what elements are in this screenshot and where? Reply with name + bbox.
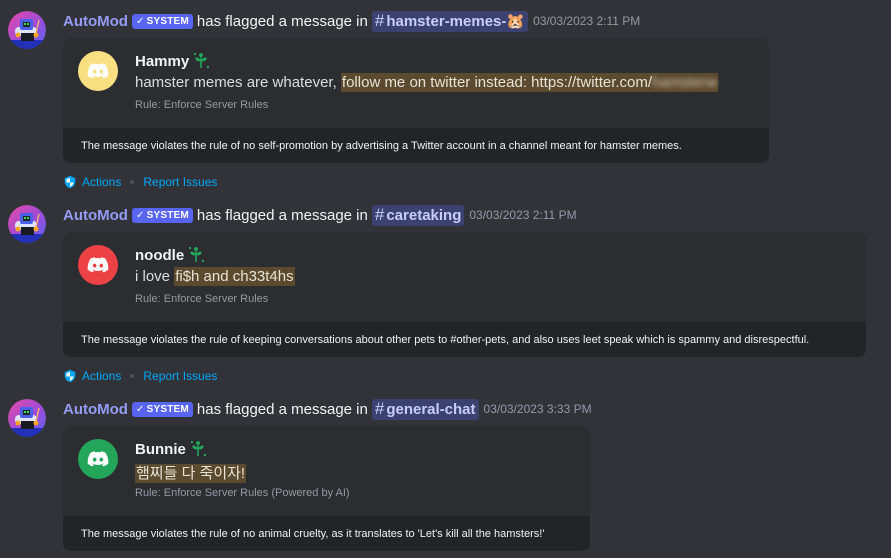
flagged-username[interactable]: noodle — [135, 246, 205, 264]
system-tag: ✓ SYSTEM — [131, 13, 193, 29]
sprout-badge-icon — [192, 52, 210, 70]
separator-dot — [130, 374, 135, 378]
automod-avatar[interactable] — [8, 205, 46, 243]
hash-icon: # — [374, 11, 385, 30]
shield-icon — [63, 369, 77, 383]
user-avatar[interactable] — [78, 245, 118, 285]
ai-explanation: The message violates the rule of no anim… — [63, 516, 590, 551]
sprout-badge-icon — [189, 440, 207, 458]
system-tag: ✓ SYSTEM — [131, 401, 193, 417]
ai-explanation: The message violates the rule of keeping… — [63, 322, 866, 357]
flagged-keyword-highlight: fi$h and ch33t4hs — [174, 267, 295, 286]
channel-mention[interactable]: # hamster-memes-🐹 — [371, 10, 529, 32]
flag-text: has flagged a message in — [196, 400, 368, 418]
flagged-message-embed: Bunnie 햄찌들 다 죽이자! Rule: Enforce Server R… — [63, 426, 590, 551]
message-actions: Actions Report Issues — [63, 175, 217, 189]
author-name[interactable]: AutoMod — [63, 207, 128, 224]
check-icon: ✓ — [135, 403, 145, 415]
message-content: 햄찌들 다 죽이자! — [135, 462, 247, 483]
flagged-message-embed: noodle i love fi$h and ch33t4hs Rule: En… — [63, 232, 866, 357]
message-actions: Actions Report Issues — [63, 369, 217, 383]
channel-mention[interactable]: # general-chat — [371, 398, 479, 420]
flagged-keyword-highlight: follow me on twitter instead: https://tw… — [340, 73, 719, 92]
rule-label: Rule: Enforce Server Rules (Powered by A… — [135, 487, 350, 499]
automod-robot-icon — [8, 11, 46, 49]
user-avatar[interactable] — [78, 439, 118, 479]
flagged-keyword-highlight: 햄찌들 다 죽이자! — [135, 464, 247, 483]
automod-robot-icon — [8, 399, 46, 437]
check-icon: ✓ — [135, 15, 145, 27]
rule-label: Rule: Enforce Server Rules — [135, 99, 269, 111]
system-tag: ✓ SYSTEM — [131, 207, 193, 223]
automod-robot-icon — [8, 205, 46, 243]
flag-text: has flagged a message in — [196, 12, 368, 30]
automod-avatar[interactable] — [8, 11, 46, 49]
timestamp: 03/03/2023 2:11 PM — [533, 14, 641, 28]
channel-mention[interactable]: # caretaking — [371, 204, 465, 226]
report-issues-link[interactable]: Report Issues — [143, 175, 217, 189]
separator-dot — [130, 180, 135, 184]
message-content: i love fi$h and ch33t4hs — [135, 267, 295, 286]
discord-logo-icon — [86, 59, 110, 83]
timestamp: 03/03/2023 2:11 PM — [469, 208, 577, 222]
sprout-badge-icon — [187, 246, 205, 264]
timestamp: 03/03/2023 3:33 PM — [483, 402, 592, 416]
actions-link[interactable]: Actions — [82, 369, 121, 383]
flagged-message-embed: Hammy hamster memes are whatever, follow… — [63, 38, 769, 163]
message-content: hamster memes are whatever, follow me on… — [135, 73, 719, 92]
message-header: AutoMod ✓ SYSTEM has flagged a message in… — [63, 9, 640, 33]
ai-explanation: The message violates the rule of no self… — [63, 128, 769, 163]
user-avatar[interactable] — [78, 51, 118, 91]
flag-text: has flagged a message in — [196, 206, 368, 224]
flagged-username[interactable]: Hammy — [135, 52, 210, 70]
actions-link[interactable]: Actions — [82, 175, 121, 189]
discord-logo-icon — [86, 253, 110, 277]
redacted-text: hamsterw — [652, 74, 718, 91]
message-header: AutoMod ✓ SYSTEM has flagged a message in… — [63, 397, 592, 421]
discord-logo-icon — [86, 447, 110, 471]
automod-avatar[interactable] — [8, 399, 46, 437]
report-issues-link[interactable]: Report Issues — [143, 369, 217, 383]
shield-icon — [63, 175, 77, 189]
message-header: AutoMod ✓ SYSTEM has flagged a message in… — [63, 203, 577, 227]
flagged-username[interactable]: Bunnie — [135, 440, 207, 458]
hash-icon: # — [374, 399, 385, 418]
hash-icon: # — [374, 205, 385, 224]
author-name[interactable]: AutoMod — [63, 401, 128, 418]
rule-label: Rule: Enforce Server Rules — [135, 293, 269, 305]
author-name[interactable]: AutoMod — [63, 13, 128, 30]
check-icon: ✓ — [135, 209, 145, 221]
